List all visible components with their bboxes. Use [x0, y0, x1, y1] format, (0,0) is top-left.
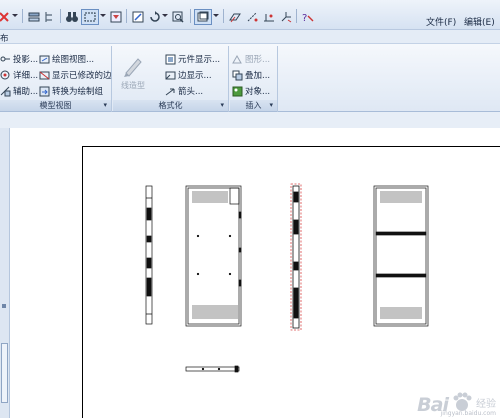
- group-label-format: 格式化 ▾: [113, 100, 228, 111]
- detailed-view-button[interactable]: 详细...: [0, 69, 38, 81]
- dropdown-arrow-icon[interactable]: ▾: [103, 100, 107, 111]
- projection-button[interactable]: 投影...: [0, 53, 38, 65]
- format-label: 格式化: [158, 101, 183, 110]
- group-model-views: 投影... 详细... 辅助... 绘图视图... 显示已修改的边 转换为绘制组: [0, 46, 112, 112]
- projection-label: 投影...: [13, 55, 39, 65]
- ribbon-bottom-strip: [0, 112, 500, 128]
- dropdown-arrow-icon[interactable]: ▾: [220, 100, 224, 111]
- ribbon-tab-strip: 布: [0, 30, 500, 44]
- group-label-insert: 插入 ▾: [230, 100, 277, 111]
- ribbon-tab-layout[interactable]: 布: [0, 32, 9, 44]
- overlay-label: 叠加...: [245, 71, 271, 81]
- graphic-icon: [232, 54, 242, 63]
- object-label: 对象...: [245, 87, 271, 97]
- menu-edit[interactable]: 编辑(E): [464, 15, 495, 28]
- toolbar-separator: [60, 9, 61, 23]
- svg-text:?: ?: [302, 13, 307, 24]
- group-insert: 图形... 叠加... 对象... 插入 ▾: [230, 46, 278, 112]
- coordinate-system-icon[interactable]: [278, 9, 294, 25]
- toolbar-separator: [223, 9, 224, 23]
- edge-display-label: 边显示...: [178, 71, 212, 81]
- object-icon: [232, 86, 243, 96]
- drawing-view-button[interactable]: 绘图视图...: [39, 53, 94, 65]
- watermark-jingyan: 经验: [476, 399, 496, 410]
- component-display-label: 元件显示...: [178, 55, 221, 65]
- quick-access-toolbar: ? 文件(F) 编辑(E): [0, 0, 500, 30]
- drawing-view-label: 绘图视图...: [52, 55, 95, 65]
- overlay-icon: [232, 70, 243, 80]
- tree-icon[interactable]: [42, 9, 58, 25]
- select-box-icon[interactable]: [81, 9, 99, 25]
- zoom-window-icon[interactable]: [170, 9, 186, 25]
- convert-group-icon: [39, 86, 50, 96]
- toolbar-separator: [190, 9, 191, 23]
- modified-edges-icon: [39, 71, 50, 79]
- datum-point-icon[interactable]: [261, 9, 277, 25]
- object-button[interactable]: 对象...: [232, 85, 270, 97]
- auxiliary-view-icon: [0, 86, 11, 96]
- auxiliary-view-label: 辅助...: [13, 87, 39, 97]
- drawing-views: [145, 183, 429, 373]
- auxiliary-view-button[interactable]: 辅助...: [0, 85, 38, 97]
- watermark-url: jingyan.baidu.com: [440, 410, 496, 417]
- toolbar-separator: [126, 9, 127, 23]
- panel-scroll-handle[interactable]: [1, 343, 8, 403]
- dropdown-arrow-icon[interactable]: ▾: [269, 100, 273, 111]
- chevron-down-icon[interactable]: [213, 12, 219, 20]
- component-display-icon: [165, 54, 176, 64]
- show-modified-edges-button[interactable]: 显示已修改的边: [39, 69, 112, 81]
- arrow-label: 箭头...: [178, 87, 204, 97]
- left-panel: [0, 128, 10, 418]
- section-view: [290, 183, 302, 331]
- insert-label: 插入: [245, 101, 262, 110]
- graphic-button[interactable]: 图形...: [232, 53, 270, 65]
- redraw-icon[interactable]: [130, 9, 146, 25]
- graphic-label: 图形...: [245, 55, 271, 65]
- app-window: ? 文件(F) 编辑(E) 布 投影... 详细... 辅助... 绘图视图..…: [0, 0, 500, 418]
- close-icon[interactable]: [0, 9, 12, 25]
- group-label-model-views: 模型视图 ▾: [0, 100, 111, 111]
- show-modified-edges-label: 显示已修改的边: [52, 71, 112, 81]
- group-format: 线造型 元件显示... 边显示... 箭头... 格式化 ▾: [113, 46, 229, 112]
- detailed-view-label: 详细...: [13, 71, 39, 81]
- ribbon: 投影... 详细... 辅助... 绘图视图... 显示已修改的边 转换为绘制组: [0, 44, 500, 112]
- layers-icon[interactable]: [26, 9, 42, 25]
- baidu-watermark: Bai 经验 jingyan.baidu.com: [417, 391, 496, 417]
- datum-axis-icon[interactable]: [244, 9, 260, 25]
- model-views-label: 模型视图: [39, 101, 72, 110]
- refresh-icon[interactable]: [147, 9, 163, 25]
- toolbar-separator: [22, 9, 23, 23]
- menu-file[interactable]: 文件(F): [426, 15, 456, 28]
- component-display-button[interactable]: 元件显示...: [165, 53, 220, 65]
- projection-icon: [0, 56, 10, 61]
- arrow-button[interactable]: 箭头...: [165, 85, 203, 97]
- convert-to-draw-group-label: 转换为绘制组: [52, 87, 104, 97]
- chevron-down-icon[interactable]: [162, 12, 168, 20]
- arrow-icon: [165, 88, 175, 95]
- datum-plane-icon[interactable]: [227, 9, 243, 25]
- help-icon[interactable]: ?: [300, 9, 316, 25]
- side-view-left: [145, 185, 153, 325]
- edge-display-button[interactable]: 边显示...: [165, 69, 212, 81]
- toolbar-separator: [296, 9, 297, 23]
- binoculars-icon[interactable]: [64, 9, 80, 25]
- pencil-icon: [124, 58, 142, 77]
- edge-display-icon: [165, 71, 176, 79]
- detailed-view-icon: [0, 70, 10, 79]
- bottom-view: [185, 365, 240, 373]
- line-style-label: 线造型: [121, 81, 145, 90]
- drawing-canvas[interactable]: Bai 经验 jingyan.baidu.com: [10, 128, 500, 418]
- rear-view: [373, 185, 429, 327]
- chevron-down-icon[interactable]: [12, 12, 18, 20]
- front-view: [185, 185, 242, 327]
- panel-toggle-icon[interactable]: [2, 304, 6, 308]
- convert-to-draw-group-button[interactable]: 转换为绘制组: [39, 85, 103, 97]
- drawing-view-icon: [39, 55, 50, 63]
- line-style-button[interactable]: 线造型: [121, 54, 145, 91]
- filter-icon[interactable]: [108, 9, 124, 25]
- overlay-button[interactable]: 叠加...: [232, 69, 270, 81]
- display-style-icon[interactable]: [194, 9, 212, 25]
- chevron-down-icon[interactable]: [100, 12, 106, 20]
